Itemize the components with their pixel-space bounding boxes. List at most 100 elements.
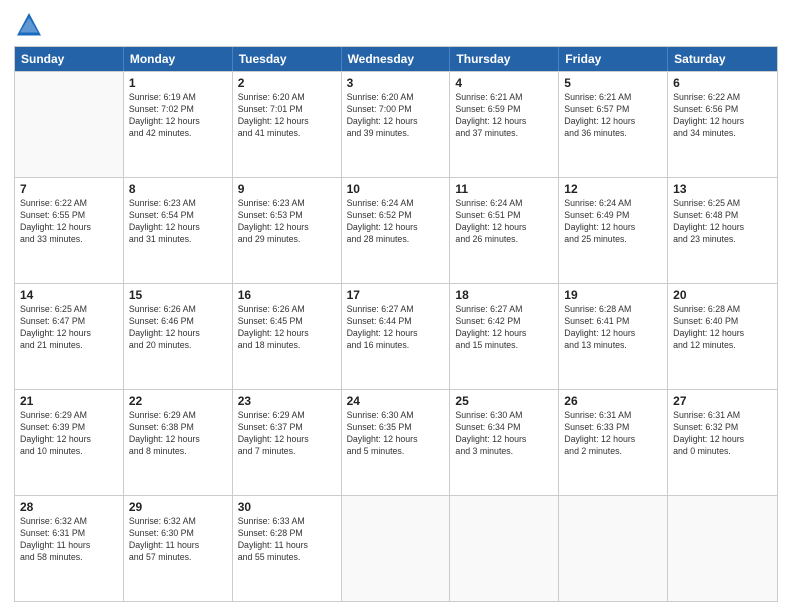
calendar-cell: 17 Sunrise: 6:27 AM Sunset: 6:44 PM Dayli…	[342, 284, 451, 389]
header	[14, 10, 778, 40]
logo-icon	[14, 10, 44, 40]
calendar-header-friday: Friday	[559, 47, 668, 71]
day-info: Sunrise: 6:31 AM Sunset: 6:33 PM Dayligh…	[564, 410, 662, 458]
day-info: Sunrise: 6:19 AM Sunset: 7:02 PM Dayligh…	[129, 92, 227, 140]
day-info: Sunrise: 6:20 AM Sunset: 7:00 PM Dayligh…	[347, 92, 445, 140]
day-number: 26	[564, 394, 662, 408]
day-info: Sunrise: 6:30 AM Sunset: 6:35 PM Dayligh…	[347, 410, 445, 458]
day-number: 11	[455, 182, 553, 196]
day-info: Sunrise: 6:20 AM Sunset: 7:01 PM Dayligh…	[238, 92, 336, 140]
day-info: Sunrise: 6:26 AM Sunset: 6:45 PM Dayligh…	[238, 304, 336, 352]
calendar-cell: 22Sunrise: 6:29 AM Sunset: 6:38 PM Dayli…	[124, 390, 233, 495]
day-number: 29	[129, 500, 227, 514]
day-number: 3	[347, 76, 445, 90]
calendar-cell: 20 Sunrise: 6:28 AM Sunset: 6:40 PM Dayli…	[668, 284, 777, 389]
day-info: Sunrise: 6:29 AM Sunset: 6:39 PM Dayligh…	[20, 410, 118, 458]
calendar-cell: 10 Sunrise: 6:24 AM Sunset: 6:52 PM Dayli…	[342, 178, 451, 283]
calendar-cell: 30 Sunrise: 6:33 AM Sunset: 6:28 PM Dayli…	[233, 496, 342, 601]
day-info: Sunrise: 6:27 AM Sunset: 6:44 PM Dayligh…	[347, 304, 445, 352]
calendar-cell: 12 Sunrise: 6:24 AM Sunset: 6:49 PM Dayli…	[559, 178, 668, 283]
calendar-header-wednesday: Wednesday	[342, 47, 451, 71]
calendar-header-row: SundayMondayTuesdayWednesdayThursdayFrid…	[15, 47, 777, 71]
day-info: Sunrise: 6:22 AM Sunset: 6:56 PM Dayligh…	[673, 92, 772, 140]
calendar-week-1: 1 Sunrise: 6:19 AM Sunset: 7:02 PM Daylig…	[15, 71, 777, 177]
day-info: Sunrise: 6:24 AM Sunset: 6:49 PM Dayligh…	[564, 198, 662, 246]
day-info: Sunrise: 6:24 AM Sunset: 6:51 PM Dayligh…	[455, 198, 553, 246]
day-info: Sunrise: 6:29 AM Sunset: 6:38 PM Dayligh…	[129, 410, 227, 458]
day-number: 2	[238, 76, 336, 90]
calendar-cell: 28Sunrise: 6:32 AM Sunset: 6:31 PM Dayli…	[15, 496, 124, 601]
calendar-cell: 3 Sunrise: 6:20 AM Sunset: 7:00 PM Daylig…	[342, 72, 451, 177]
day-number: 13	[673, 182, 772, 196]
calendar-cell: 27Sunrise: 6:31 AM Sunset: 6:32 PM Dayli…	[668, 390, 777, 495]
day-info: Sunrise: 6:28 AM Sunset: 6:40 PM Dayligh…	[673, 304, 772, 352]
calendar-cell	[668, 496, 777, 601]
day-number: 9	[238, 182, 336, 196]
calendar-cell: 1 Sunrise: 6:19 AM Sunset: 7:02 PM Daylig…	[124, 72, 233, 177]
day-info: Sunrise: 6:29 AM Sunset: 6:37 PM Dayligh…	[238, 410, 336, 458]
day-number: 28	[20, 500, 118, 514]
day-info: Sunrise: 6:21 AM Sunset: 6:57 PM Dayligh…	[564, 92, 662, 140]
day-number: 1	[129, 76, 227, 90]
day-number: 6	[673, 76, 772, 90]
calendar-cell: 11 Sunrise: 6:24 AM Sunset: 6:51 PM Dayli…	[450, 178, 559, 283]
day-number: 15	[129, 288, 227, 302]
day-number: 30	[238, 500, 336, 514]
day-info: Sunrise: 6:25 AM Sunset: 6:47 PM Dayligh…	[20, 304, 118, 352]
calendar-cell: 25 Sunrise: 6:30 AM Sunset: 6:34 PM Dayli…	[450, 390, 559, 495]
day-number: 24	[347, 394, 445, 408]
day-number: 27	[673, 394, 772, 408]
calendar-cell	[15, 72, 124, 177]
day-info: Sunrise: 6:30 AM Sunset: 6:34 PM Dayligh…	[455, 410, 553, 458]
day-info: Sunrise: 6:27 AM Sunset: 6:42 PM Dayligh…	[455, 304, 553, 352]
day-number: 16	[238, 288, 336, 302]
calendar-header-tuesday: Tuesday	[233, 47, 342, 71]
day-number: 8	[129, 182, 227, 196]
day-number: 5	[564, 76, 662, 90]
calendar-header-sunday: Sunday	[15, 47, 124, 71]
calendar-cell: 7 Sunrise: 6:22 AM Sunset: 6:55 PM Daylig…	[15, 178, 124, 283]
calendar-cell: 24 Sunrise: 6:30 AM Sunset: 6:35 PM Dayli…	[342, 390, 451, 495]
logo	[14, 10, 48, 40]
calendar-week-2: 7 Sunrise: 6:22 AM Sunset: 6:55 PM Daylig…	[15, 177, 777, 283]
day-info: Sunrise: 6:23 AM Sunset: 6:53 PM Dayligh…	[238, 198, 336, 246]
calendar-cell: 2 Sunrise: 6:20 AM Sunset: 7:01 PM Daylig…	[233, 72, 342, 177]
day-number: 14	[20, 288, 118, 302]
calendar-cell: 6 Sunrise: 6:22 AM Sunset: 6:56 PM Daylig…	[668, 72, 777, 177]
calendar-cell: 4 Sunrise: 6:21 AM Sunset: 6:59 PM Daylig…	[450, 72, 559, 177]
day-info: Sunrise: 6:25 AM Sunset: 6:48 PM Dayligh…	[673, 198, 772, 246]
calendar-cell	[450, 496, 559, 601]
day-number: 10	[347, 182, 445, 196]
calendar-header-saturday: Saturday	[668, 47, 777, 71]
calendar-cell: 29 Sunrise: 6:32 AM Sunset: 6:30 PM Dayli…	[124, 496, 233, 601]
day-number: 17	[347, 288, 445, 302]
day-number: 19	[564, 288, 662, 302]
day-info: Sunrise: 6:22 AM Sunset: 6:55 PM Dayligh…	[20, 198, 118, 246]
calendar-cell: 14 Sunrise: 6:25 AM Sunset: 6:47 PM Dayli…	[15, 284, 124, 389]
calendar-cell	[342, 496, 451, 601]
calendar-cell: 18Sunrise: 6:27 AM Sunset: 6:42 PM Dayli…	[450, 284, 559, 389]
calendar-header-thursday: Thursday	[450, 47, 559, 71]
day-info: Sunrise: 6:32 AM Sunset: 6:30 PM Dayligh…	[129, 516, 227, 564]
calendar-cell: 8 Sunrise: 6:23 AM Sunset: 6:54 PM Daylig…	[124, 178, 233, 283]
calendar-week-3: 14 Sunrise: 6:25 AM Sunset: 6:47 PM Dayli…	[15, 283, 777, 389]
day-number: 12	[564, 182, 662, 196]
day-number: 4	[455, 76, 553, 90]
calendar-cell: 15 Sunrise: 6:26 AM Sunset: 6:46 PM Dayli…	[124, 284, 233, 389]
day-info: Sunrise: 6:23 AM Sunset: 6:54 PM Dayligh…	[129, 198, 227, 246]
calendar-week-5: 28Sunrise: 6:32 AM Sunset: 6:31 PM Dayli…	[15, 495, 777, 601]
day-info: Sunrise: 6:21 AM Sunset: 6:59 PM Dayligh…	[455, 92, 553, 140]
day-info: Sunrise: 6:24 AM Sunset: 6:52 PM Dayligh…	[347, 198, 445, 246]
day-number: 23	[238, 394, 336, 408]
day-info: Sunrise: 6:28 AM Sunset: 6:41 PM Dayligh…	[564, 304, 662, 352]
page: SundayMondayTuesdayWednesdayThursdayFrid…	[0, 0, 792, 612]
day-number: 20	[673, 288, 772, 302]
day-info: Sunrise: 6:26 AM Sunset: 6:46 PM Dayligh…	[129, 304, 227, 352]
calendar-week-4: 21 Sunrise: 6:29 AM Sunset: 6:39 PM Dayli…	[15, 389, 777, 495]
day-number: 25	[455, 394, 553, 408]
calendar-header-monday: Monday	[124, 47, 233, 71]
day-info: Sunrise: 6:33 AM Sunset: 6:28 PM Dayligh…	[238, 516, 336, 564]
day-number: 21	[20, 394, 118, 408]
calendar-cell: 21 Sunrise: 6:29 AM Sunset: 6:39 PM Dayli…	[15, 390, 124, 495]
day-number: 7	[20, 182, 118, 196]
